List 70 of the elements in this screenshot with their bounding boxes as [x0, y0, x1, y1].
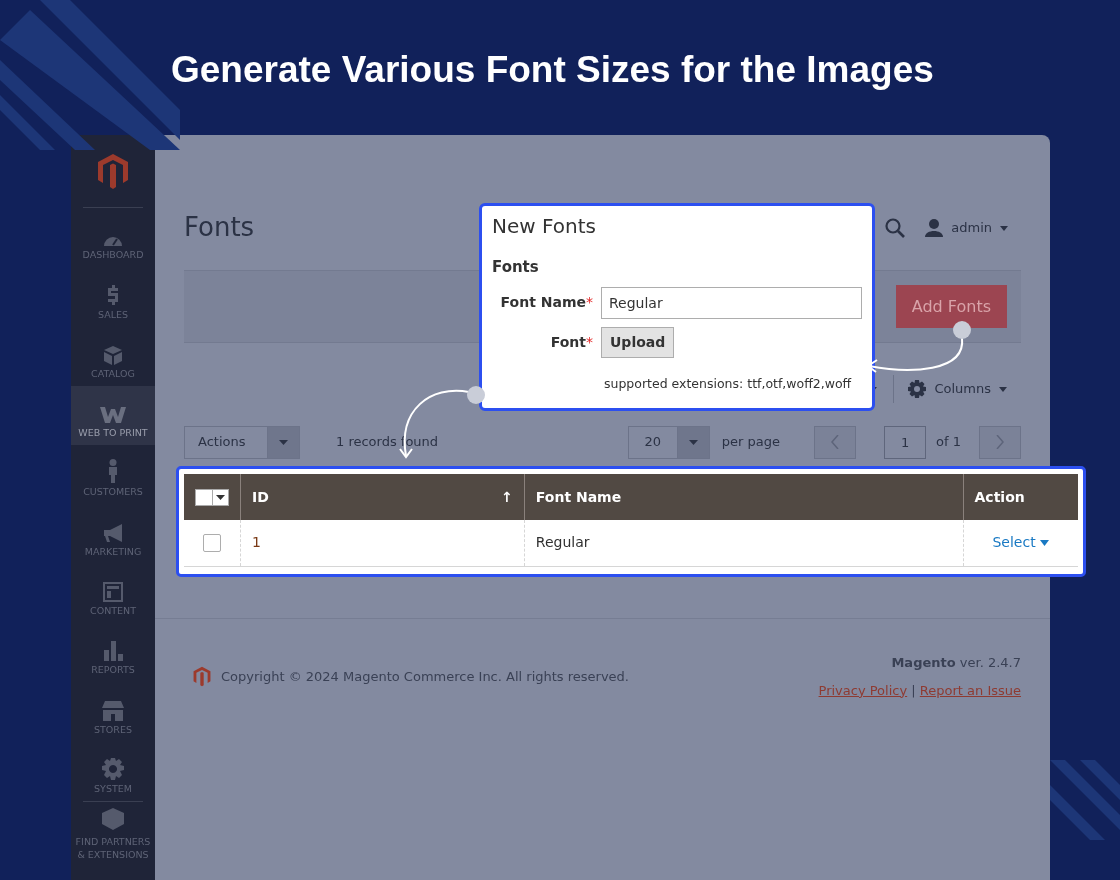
caret-icon	[688, 439, 698, 445]
mass-select-checkbox[interactable]	[195, 488, 229, 506]
caret-icon	[1000, 225, 1008, 231]
field-label: Font Name*	[499, 293, 593, 312]
section-title: Fonts	[492, 257, 540, 278]
search-icon	[885, 218, 906, 238]
field-label: Font*	[549, 332, 593, 352]
sidebar-item[interactable]: FIND PARTNERS & EXTENSIONS	[71, 801, 155, 868]
bar-chart-icon	[103, 641, 123, 662]
pointer-dot	[953, 321, 971, 339]
column-header[interactable]: Font Name	[535, 488, 622, 505]
column-header[interactable]: ID	[252, 486, 269, 508]
user-menu[interactable]: admin	[925, 218, 1008, 238]
pointer-dot	[467, 386, 485, 404]
version-text: Magento ver. 2.4.7	[890, 654, 1021, 672]
user-icon	[925, 219, 944, 237]
column-header[interactable]: Action	[974, 488, 1025, 505]
chevron-left-icon	[831, 435, 840, 449]
headline: Generate Various Font Sizes for the Images	[171, 48, 935, 92]
copyright-text: Copyright © 2024 Magento Commerce Inc. All rights reserved.	[221, 667, 629, 686]
sidebar-item[interactable]: MARKETING	[71, 504, 155, 564]
person-icon	[106, 459, 120, 484]
megaphone-icon	[103, 522, 123, 543]
page-input[interactable]: 1	[884, 425, 927, 459]
separator-text: |	[910, 682, 917, 698]
table-cell: 1	[252, 534, 261, 551]
sidebar-item[interactable]: CONTENT	[71, 563, 155, 624]
layout-icon	[103, 582, 123, 603]
add-fonts-button[interactable]: Add Fonts	[895, 285, 1007, 328]
caret-icon	[279, 439, 288, 445]
sidebar-item[interactable]: SYSTEM	[71, 741, 155, 801]
footer-link[interactable]: Report an Issue	[919, 682, 1021, 698]
caret-icon	[999, 386, 1007, 392]
page-total: of 1	[936, 433, 961, 452]
caret-icon	[1040, 540, 1050, 547]
footer-link[interactable]: Privacy Policy	[818, 682, 908, 698]
upload-button[interactable]: Upload	[601, 326, 675, 358]
dialog-title: New Fonts	[492, 214, 597, 238]
sidebar-item[interactable]: CUSTOMERS	[71, 445, 155, 505]
w-icon	[100, 405, 126, 425]
gear-icon	[908, 380, 927, 398]
previous-page-button[interactable]	[814, 425, 857, 459]
box-icon	[103, 344, 123, 365]
columns-button[interactable]: Columns	[893, 375, 1021, 403]
logo-icon	[193, 666, 211, 687]
chevron-right-icon	[996, 435, 1004, 449]
sidebar-item[interactable]: DASHBOARD	[71, 208, 155, 268]
sidebar-item[interactable]: WEB TO PRINT	[71, 385, 155, 446]
sort-arrow-icon[interactable]: ↑	[501, 486, 513, 508]
per-page-label: per page	[721, 433, 781, 452]
per-page-dropdown[interactable]: 20	[627, 425, 710, 459]
gear-icon	[102, 757, 124, 780]
arrow	[399, 389, 470, 459]
select-link[interactable]: Select	[992, 534, 1050, 551]
hint-text: supported extensions: ttf,otf,woff2,woff	[604, 375, 852, 392]
caret-icon	[216, 494, 225, 500]
font-name-field[interactable]: Regular	[601, 286, 862, 319]
blocks-icon	[102, 807, 124, 830]
row-checkbox[interactable]	[203, 533, 221, 552]
actions-dropdown[interactable]: Actions	[184, 425, 300, 459]
sidebar-item[interactable]: SALES	[71, 267, 155, 327]
store-icon	[102, 700, 124, 721]
sidebar-item[interactable]: STORES	[71, 682, 155, 742]
logo-icon	[97, 152, 129, 190]
sidebar-item[interactable]: REPORTS	[71, 623, 155, 683]
page-title: Fonts	[184, 212, 255, 244]
next-page-button[interactable]	[979, 425, 1021, 459]
table-cell: Regular	[535, 534, 590, 551]
sidebar-item[interactable]: CATALOG	[71, 326, 155, 386]
gauge-icon	[103, 236, 123, 247]
